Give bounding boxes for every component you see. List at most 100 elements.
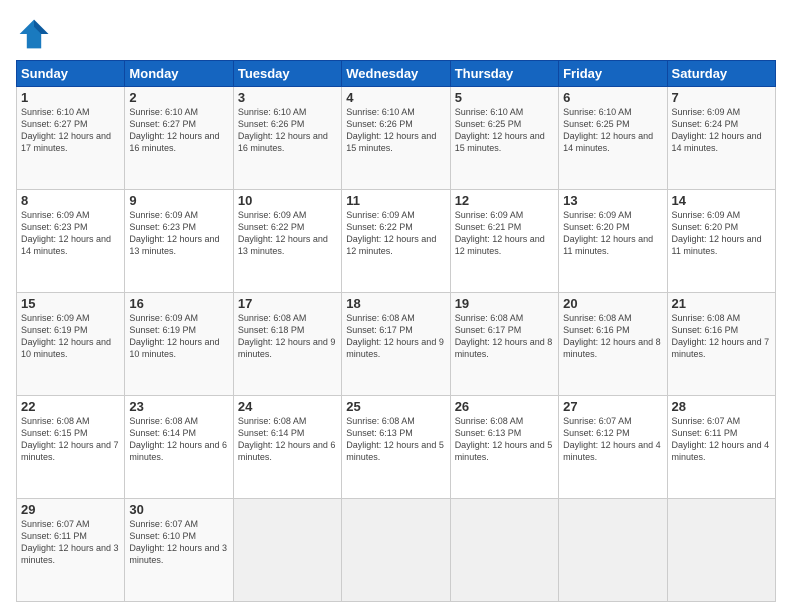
calendar-cell: 29 Sunrise: 6:07 AMSunset: 6:11 PMDaylig… bbox=[17, 499, 125, 602]
day-number: 28 bbox=[672, 399, 771, 414]
calendar-week-3: 15 Sunrise: 6:09 AMSunset: 6:19 PMDaylig… bbox=[17, 293, 776, 396]
calendar-cell: 23 Sunrise: 6:08 AMSunset: 6:14 PMDaylig… bbox=[125, 396, 233, 499]
calendar-cell: 30 Sunrise: 6:07 AMSunset: 6:10 PMDaylig… bbox=[125, 499, 233, 602]
day-info: Sunrise: 6:09 AMSunset: 6:22 PMDaylight:… bbox=[346, 210, 436, 256]
day-number: 25 bbox=[346, 399, 445, 414]
day-info: Sunrise: 6:07 AMSunset: 6:10 PMDaylight:… bbox=[129, 519, 227, 565]
day-number: 24 bbox=[238, 399, 337, 414]
col-wednesday: Wednesday bbox=[342, 61, 450, 87]
col-friday: Friday bbox=[559, 61, 667, 87]
calendar-cell: 19 Sunrise: 6:08 AMSunset: 6:17 PMDaylig… bbox=[450, 293, 558, 396]
day-info: Sunrise: 6:08 AMSunset: 6:15 PMDaylight:… bbox=[21, 416, 119, 462]
day-number: 20 bbox=[563, 296, 662, 311]
day-info: Sunrise: 6:10 AMSunset: 6:27 PMDaylight:… bbox=[129, 107, 219, 153]
calendar: Sunday Monday Tuesday Wednesday Thursday… bbox=[16, 60, 776, 602]
calendar-cell: 15 Sunrise: 6:09 AMSunset: 6:19 PMDaylig… bbox=[17, 293, 125, 396]
calendar-cell: 12 Sunrise: 6:09 AMSunset: 6:21 PMDaylig… bbox=[450, 190, 558, 293]
day-number: 17 bbox=[238, 296, 337, 311]
calendar-cell bbox=[559, 499, 667, 602]
day-info: Sunrise: 6:09 AMSunset: 6:23 PMDaylight:… bbox=[21, 210, 111, 256]
day-number: 22 bbox=[21, 399, 120, 414]
calendar-cell: 11 Sunrise: 6:09 AMSunset: 6:22 PMDaylig… bbox=[342, 190, 450, 293]
day-info: Sunrise: 6:09 AMSunset: 6:24 PMDaylight:… bbox=[672, 107, 762, 153]
day-number: 27 bbox=[563, 399, 662, 414]
calendar-cell: 13 Sunrise: 6:09 AMSunset: 6:20 PMDaylig… bbox=[559, 190, 667, 293]
day-number: 19 bbox=[455, 296, 554, 311]
day-info: Sunrise: 6:08 AMSunset: 6:13 PMDaylight:… bbox=[346, 416, 444, 462]
calendar-cell: 9 Sunrise: 6:09 AMSunset: 6:23 PMDayligh… bbox=[125, 190, 233, 293]
calendar-cell: 24 Sunrise: 6:08 AMSunset: 6:14 PMDaylig… bbox=[233, 396, 341, 499]
day-info: Sunrise: 6:08 AMSunset: 6:14 PMDaylight:… bbox=[238, 416, 336, 462]
calendar-cell bbox=[233, 499, 341, 602]
day-number: 8 bbox=[21, 193, 120, 208]
calendar-cell: 17 Sunrise: 6:08 AMSunset: 6:18 PMDaylig… bbox=[233, 293, 341, 396]
calendar-cell: 16 Sunrise: 6:09 AMSunset: 6:19 PMDaylig… bbox=[125, 293, 233, 396]
col-sunday: Sunday bbox=[17, 61, 125, 87]
logo-icon bbox=[16, 16, 52, 52]
calendar-cell: 6 Sunrise: 6:10 AMSunset: 6:25 PMDayligh… bbox=[559, 87, 667, 190]
col-tuesday: Tuesday bbox=[233, 61, 341, 87]
header-row: Sunday Monday Tuesday Wednesday Thursday… bbox=[17, 61, 776, 87]
calendar-cell: 27 Sunrise: 6:07 AMSunset: 6:12 PMDaylig… bbox=[559, 396, 667, 499]
day-info: Sunrise: 6:08 AMSunset: 6:16 PMDaylight:… bbox=[672, 313, 770, 359]
day-number: 30 bbox=[129, 502, 228, 517]
calendar-cell: 10 Sunrise: 6:09 AMSunset: 6:22 PMDaylig… bbox=[233, 190, 341, 293]
calendar-cell: 14 Sunrise: 6:09 AMSunset: 6:20 PMDaylig… bbox=[667, 190, 775, 293]
page: Sunday Monday Tuesday Wednesday Thursday… bbox=[0, 0, 792, 612]
day-info: Sunrise: 6:09 AMSunset: 6:20 PMDaylight:… bbox=[672, 210, 762, 256]
calendar-week-4: 22 Sunrise: 6:08 AMSunset: 6:15 PMDaylig… bbox=[17, 396, 776, 499]
day-info: Sunrise: 6:07 AMSunset: 6:12 PMDaylight:… bbox=[563, 416, 661, 462]
day-number: 2 bbox=[129, 90, 228, 105]
day-number: 9 bbox=[129, 193, 228, 208]
calendar-cell bbox=[342, 499, 450, 602]
calendar-cell: 1 Sunrise: 6:10 AMSunset: 6:27 PMDayligh… bbox=[17, 87, 125, 190]
day-number: 6 bbox=[563, 90, 662, 105]
day-info: Sunrise: 6:10 AMSunset: 6:25 PMDaylight:… bbox=[563, 107, 653, 153]
day-number: 26 bbox=[455, 399, 554, 414]
day-number: 7 bbox=[672, 90, 771, 105]
day-number: 18 bbox=[346, 296, 445, 311]
day-number: 15 bbox=[21, 296, 120, 311]
calendar-week-5: 29 Sunrise: 6:07 AMSunset: 6:11 PMDaylig… bbox=[17, 499, 776, 602]
day-info: Sunrise: 6:08 AMSunset: 6:13 PMDaylight:… bbox=[455, 416, 553, 462]
calendar-week-1: 1 Sunrise: 6:10 AMSunset: 6:27 PMDayligh… bbox=[17, 87, 776, 190]
calendar-cell bbox=[450, 499, 558, 602]
day-number: 13 bbox=[563, 193, 662, 208]
calendar-cell: 7 Sunrise: 6:09 AMSunset: 6:24 PMDayligh… bbox=[667, 87, 775, 190]
day-info: Sunrise: 6:08 AMSunset: 6:17 PMDaylight:… bbox=[346, 313, 444, 359]
calendar-cell: 26 Sunrise: 6:08 AMSunset: 6:13 PMDaylig… bbox=[450, 396, 558, 499]
day-number: 29 bbox=[21, 502, 120, 517]
calendar-cell bbox=[667, 499, 775, 602]
day-number: 23 bbox=[129, 399, 228, 414]
day-number: 11 bbox=[346, 193, 445, 208]
calendar-cell: 18 Sunrise: 6:08 AMSunset: 6:17 PMDaylig… bbox=[342, 293, 450, 396]
calendar-cell: 25 Sunrise: 6:08 AMSunset: 6:13 PMDaylig… bbox=[342, 396, 450, 499]
day-info: Sunrise: 6:10 AMSunset: 6:26 PMDaylight:… bbox=[238, 107, 328, 153]
calendar-cell: 21 Sunrise: 6:08 AMSunset: 6:16 PMDaylig… bbox=[667, 293, 775, 396]
calendar-cell: 3 Sunrise: 6:10 AMSunset: 6:26 PMDayligh… bbox=[233, 87, 341, 190]
calendar-week-2: 8 Sunrise: 6:09 AMSunset: 6:23 PMDayligh… bbox=[17, 190, 776, 293]
day-info: Sunrise: 6:09 AMSunset: 6:19 PMDaylight:… bbox=[129, 313, 219, 359]
day-info: Sunrise: 6:09 AMSunset: 6:20 PMDaylight:… bbox=[563, 210, 653, 256]
day-info: Sunrise: 6:07 AMSunset: 6:11 PMDaylight:… bbox=[21, 519, 119, 565]
calendar-cell: 4 Sunrise: 6:10 AMSunset: 6:26 PMDayligh… bbox=[342, 87, 450, 190]
calendar-cell: 28 Sunrise: 6:07 AMSunset: 6:11 PMDaylig… bbox=[667, 396, 775, 499]
col-saturday: Saturday bbox=[667, 61, 775, 87]
calendar-cell: 2 Sunrise: 6:10 AMSunset: 6:27 PMDayligh… bbox=[125, 87, 233, 190]
col-thursday: Thursday bbox=[450, 61, 558, 87]
day-number: 14 bbox=[672, 193, 771, 208]
day-number: 12 bbox=[455, 193, 554, 208]
day-number: 4 bbox=[346, 90, 445, 105]
day-info: Sunrise: 6:08 AMSunset: 6:16 PMDaylight:… bbox=[563, 313, 661, 359]
col-monday: Monday bbox=[125, 61, 233, 87]
day-number: 16 bbox=[129, 296, 228, 311]
day-number: 3 bbox=[238, 90, 337, 105]
day-info: Sunrise: 6:08 AMSunset: 6:18 PMDaylight:… bbox=[238, 313, 336, 359]
day-info: Sunrise: 6:09 AMSunset: 6:23 PMDaylight:… bbox=[129, 210, 219, 256]
calendar-cell: 20 Sunrise: 6:08 AMSunset: 6:16 PMDaylig… bbox=[559, 293, 667, 396]
day-info: Sunrise: 6:08 AMSunset: 6:14 PMDaylight:… bbox=[129, 416, 227, 462]
day-info: Sunrise: 6:09 AMSunset: 6:21 PMDaylight:… bbox=[455, 210, 545, 256]
day-info: Sunrise: 6:09 AMSunset: 6:22 PMDaylight:… bbox=[238, 210, 328, 256]
calendar-cell: 8 Sunrise: 6:09 AMSunset: 6:23 PMDayligh… bbox=[17, 190, 125, 293]
day-number: 5 bbox=[455, 90, 554, 105]
